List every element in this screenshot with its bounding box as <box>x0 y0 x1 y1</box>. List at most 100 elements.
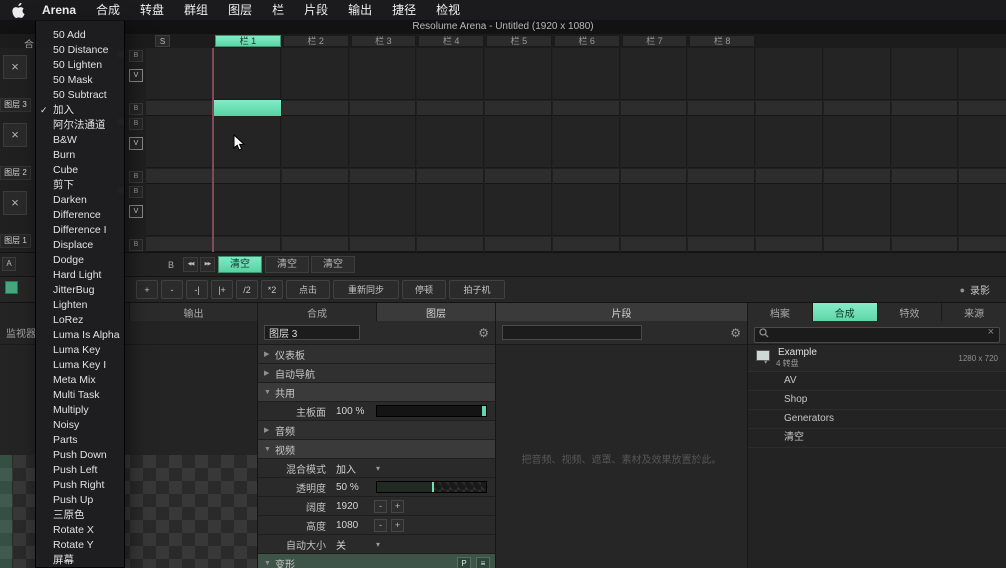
clip-trigger-cell[interactable] <box>620 237 688 252</box>
clip-cell[interactable] <box>959 116 1006 168</box>
property-row-透明度[interactable]: 透明度 50 % <box>258 478 495 497</box>
clip-trigger-cell[interactable] <box>823 101 891 116</box>
clip-cell[interactable] <box>688 116 755 168</box>
tempo-button-5[interactable]: /2 <box>236 280 258 299</box>
clip-trigger-cell[interactable] <box>552 237 620 252</box>
clip-trigger-cell[interactable] <box>146 237 213 252</box>
clip-trigger-cell[interactable] <box>688 169 755 184</box>
blend-mode-option[interactable]: 50 Distance <box>36 43 124 58</box>
clip-cell[interactable] <box>756 48 823 100</box>
layer-video-button[interactable]: V <box>129 137 143 150</box>
browser-tab-2[interactable]: 合成 <box>811 303 877 322</box>
clip-cell[interactable] <box>146 116 213 168</box>
clip-cell[interactable] <box>146 48 213 100</box>
layer-strip-bypass-button[interactable]: B <box>129 171 143 183</box>
clip-cell[interactable] <box>552 48 620 100</box>
transform-button-1[interactable]: P <box>457 556 471 568</box>
column-header-4[interactable]: 栏 4 <box>418 35 484 47</box>
blend-mode-option[interactable]: 50 Lighten <box>36 58 124 73</box>
tab-output[interactable]: 输出 <box>129 303 257 322</box>
gear-icon[interactable]: ⚙ <box>478 327 489 339</box>
layer-video-button[interactable]: V <box>129 205 143 218</box>
clip-trigger-cell[interactable] <box>417 169 484 184</box>
blend-mode-option[interactable]: 阿尔法通道 <box>36 118 124 133</box>
tab-composition[interactable]: 合成 <box>257 303 376 322</box>
solo-button[interactable]: S <box>155 35 170 47</box>
clip-trigger-cell[interactable] <box>891 101 959 116</box>
clip-cell[interactable] <box>891 184 959 236</box>
layer-strip-bypass-button[interactable]: B <box>129 103 143 115</box>
blend-mode-option[interactable]: Hard Light <box>36 268 124 283</box>
blend-mode-option[interactable]: Parts <box>36 433 124 448</box>
clip-trigger-cell[interactable] <box>688 101 755 116</box>
clip-cell[interactable] <box>281 184 349 236</box>
slider-track[interactable] <box>376 405 487 417</box>
column-header-2[interactable]: 栏 2 <box>282 35 349 47</box>
clip-trigger-cell[interactable] <box>959 101 1006 116</box>
clip-trigger-cell[interactable] <box>349 101 417 116</box>
clip-trigger-cell[interactable] <box>146 101 213 116</box>
tempo-button-9[interactable]: 停顿 <box>402 280 446 299</box>
clip-trigger-cell[interactable] <box>891 169 959 184</box>
menubar-item-6[interactable]: 栏 <box>262 0 294 20</box>
tempo-button-8[interactable]: 重新同步 <box>333 280 399 299</box>
disclosure-triangle-icon[interactable]: ▾ <box>764 358 768 366</box>
gear-icon[interactable]: ⚙ <box>730 327 741 339</box>
transform-button-2[interactable]: ≡ <box>476 556 490 568</box>
column-header-1[interactable]: 栏 1 <box>215 35 281 47</box>
clip-cell[interactable] <box>891 116 959 168</box>
previous-column-button[interactable]: ◀◀ <box>183 257 198 272</box>
clip-cell[interactable] <box>959 184 1006 236</box>
clear-button-2[interactable]: 清空 <box>265 256 309 273</box>
clip-trigger-cell[interactable] <box>756 237 823 252</box>
blend-mode-option[interactable]: Burn <box>36 148 124 163</box>
clear-search-icon[interactable]: × <box>988 326 994 338</box>
browser-item[interactable]: AV <box>748 372 1006 391</box>
tempo-button-4[interactable]: |+ <box>211 280 233 299</box>
search-input[interactable] <box>754 327 1000 343</box>
clip-trigger-cell[interactable] <box>959 237 1006 252</box>
clip-cell[interactable] <box>214 116 281 168</box>
layer-bypass-button[interactable]: B <box>129 186 143 198</box>
clip-cell[interactable] <box>620 184 688 236</box>
blend-mode-option[interactable]: Lighten <box>36 298 124 313</box>
clip-trigger-cell[interactable] <box>552 169 620 184</box>
blend-mode-option[interactable]: JitterBug <box>36 283 124 298</box>
blend-mode-option[interactable]: Push Left <box>36 463 124 478</box>
clip-cell[interactable] <box>620 48 688 100</box>
layer-name-input[interactable] <box>264 325 360 340</box>
clip-cell[interactable] <box>417 184 484 236</box>
clip-trigger-cell[interactable] <box>349 237 417 252</box>
clip-trigger-cell[interactable] <box>620 169 688 184</box>
layer-bypass-button[interactable]: B <box>129 50 143 62</box>
clip-trigger-cell[interactable] <box>281 237 349 252</box>
tempo-button-1[interactable]: + <box>136 280 158 299</box>
clip-trigger-cell[interactable] <box>417 101 484 116</box>
menubar-item-1[interactable]: Arena <box>32 0 86 20</box>
clip-cell[interactable] <box>349 116 417 168</box>
menubar-item-10[interactable]: 检视 <box>426 0 470 20</box>
clip-cell[interactable] <box>823 48 891 100</box>
tempo-button-6[interactable]: *2 <box>261 280 283 299</box>
clip-cell[interactable] <box>620 116 688 168</box>
clear-button-1[interactable]: 清空 <box>218 256 262 273</box>
layer-name-label[interactable]: 图层 1 <box>0 234 31 248</box>
clear-button-3[interactable]: 清空 <box>311 256 355 273</box>
blend-mode-option[interactable]: Luma Is Alpha <box>36 328 124 343</box>
clip-trigger-cell[interactable] <box>756 101 823 116</box>
clip-cell[interactable] <box>417 116 484 168</box>
record-button[interactable]: ● 录影 <box>960 282 990 298</box>
layer-video-button[interactable]: V <box>129 69 143 82</box>
menubar-item-9[interactable]: 捷径 <box>382 0 426 20</box>
menubar-item-5[interactable]: 图层 <box>218 0 262 20</box>
property-row-音频[interactable]: ▶ 音频 <box>258 421 495 440</box>
clip-cell[interactable] <box>891 48 959 100</box>
blend-mode-option[interactable]: Luma Key I <box>36 358 124 373</box>
alpha-slider-track[interactable] <box>376 481 487 493</box>
clip-trigger-cell[interactable] <box>959 169 1006 184</box>
clip-cell[interactable] <box>552 116 620 168</box>
clip-cell[interactable] <box>756 116 823 168</box>
increment-button[interactable]: + <box>391 499 404 513</box>
clip-cell[interactable] <box>688 184 755 236</box>
clip-cell[interactable] <box>485 184 552 236</box>
